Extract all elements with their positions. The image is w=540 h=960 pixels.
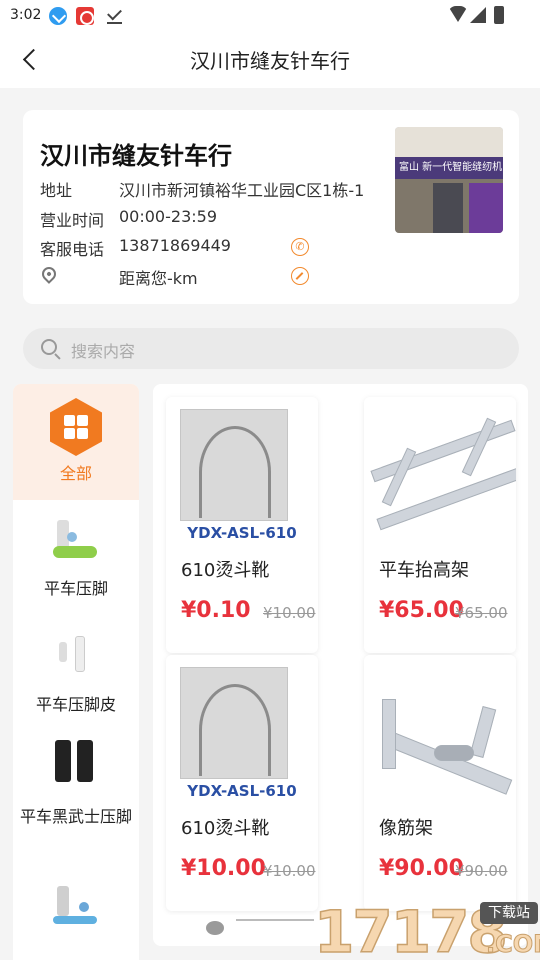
watermark-number: 17178 <box>313 897 508 960</box>
category-label: 平车黑武士压脚 <box>19 807 132 826</box>
product-original-price: ¥10.00 <box>263 862 316 880</box>
address-row: 地址 汉川市新河镇裕华工业园C区1栋-1 <box>40 177 400 200</box>
page-title: 汉川市缝友针车行 <box>190 49 350 73</box>
phone-value: 13871869449 <box>119 236 231 255</box>
category-item-presser-foot[interactable]: 平车压脚 <box>13 512 139 624</box>
phone-label: 客服电话 <box>40 240 105 259</box>
location-pin-icon <box>39 264 59 284</box>
product-original-price: ¥90.00 <box>455 862 508 880</box>
product-price: ¥65.00 <box>379 598 464 623</box>
top-nav-bar: 汉川市缝友针车行 <box>0 32 540 88</box>
download-complete-icon <box>106 7 124 25</box>
watermark-suffix: .COM <box>485 930 540 959</box>
product-image-caption: YDX-ASL-610 <box>187 782 297 800</box>
category-label: 平车压脚 <box>43 579 108 598</box>
product-card[interactable]: 像筋架 ¥90.00 ¥90.00 <box>364 655 516 911</box>
all-categories-icon <box>50 398 102 456</box>
black-warrior-foot-thumbnail <box>49 740 103 794</box>
product-card[interactable]: 平车抬高架 ¥65.00 ¥65.00 <box>364 397 516 653</box>
product-price: ¥90.00 <box>379 856 464 881</box>
product-price: ¥10.00 <box>181 856 266 881</box>
product-price: ¥0.10 <box>181 598 251 623</box>
search-bar[interactable]: 搜索内容 <box>23 328 519 369</box>
shop-info-card: 汉川市缝友针车行 地址 汉川市新河镇裕华工业园C区1栋-1 营业时间 00:00… <box>23 110 519 304</box>
product-image <box>364 397 516 547</box>
distance-value: 距离您-km <box>119 269 198 288</box>
category-item-presser-foot-skin[interactable]: 平车压脚皮 <box>13 628 139 740</box>
call-phone-icon[interactable]: ✆ <box>291 238 309 256</box>
ironing-shoe-board <box>180 409 288 521</box>
product-grid: YDX-ASL-610 610烫斗靴 ¥0.10 ¥10.00 平车抬高架 ¥6… <box>153 384 528 946</box>
hours-value: 00:00-23:59 <box>119 207 217 226</box>
product-card-partial[interactable] <box>166 915 318 946</box>
status-bar: 3:02 <box>0 0 540 32</box>
address-label: 地址 <box>40 181 73 200</box>
app-notification-icon <box>76 7 94 25</box>
product-card[interactable]: YDX-ASL-610 610烫斗靴 ¥10.00 ¥10.00 <box>166 655 318 911</box>
product-card[interactable]: YDX-ASL-610 610烫斗靴 ¥0.10 ¥10.00 <box>166 397 318 653</box>
hours-label: 营业时间 <box>40 211 105 230</box>
signal-icon <box>470 7 486 23</box>
product-original-price: ¥10.00 <box>263 604 316 622</box>
shop-storefront-photo[interactable]: 富山 新一代智能缝纫机 <box>395 127 503 233</box>
download-notification-icon <box>49 7 67 25</box>
search-icon <box>41 339 57 355</box>
category-item-black-warrior-foot[interactable]: 平车黑武士压脚 <box>13 740 139 870</box>
search-input[interactable]: 搜索内容 <box>71 338 135 362</box>
wifi-icon <box>448 6 468 22</box>
product-name: 610烫斗靴 <box>181 818 270 839</box>
product-name: 610烫斗靴 <box>181 560 270 581</box>
address-value: 汉川市新河镇裕华工业园C区1栋-1 <box>119 181 365 200</box>
product-image <box>364 655 516 805</box>
category-sidebar: 全部 平车压脚 平车压脚皮 平车黑武士压脚 <box>13 384 139 960</box>
phone-row: 客服电话 13871869449 <box>40 236 400 259</box>
category-label: 全部 <box>59 464 92 483</box>
hours-row: 营业时间 00:00-23:59 <box>40 207 400 230</box>
storefront-sign-text: 富山 新一代智能缝纫机 <box>395 157 503 179</box>
category-label: 平车压脚皮 <box>35 695 116 714</box>
product-name: 平车抬高架 <box>379 560 469 581</box>
category-item-all[interactable]: 全部 <box>13 384 139 500</box>
category-item-partial[interactable] <box>13 878 139 960</box>
shop-name: 汉川市缝友针车行 <box>40 142 232 170</box>
partial-category-thumbnail <box>49 882 103 936</box>
battery-icon <box>494 6 504 24</box>
site-watermark: 17178 下载站 .COM <box>313 896 540 960</box>
product-name: 像筋架 <box>379 818 433 839</box>
watermark-tag: 下载站 <box>480 902 538 924</box>
product-image-caption: YDX-ASL-610 <box>187 524 297 542</box>
product-original-price: ¥65.00 <box>455 604 508 622</box>
status-time: 3:02 <box>10 7 42 23</box>
presser-foot-thumbnail <box>49 516 103 570</box>
product-image: YDX-ASL-610 <box>166 655 318 805</box>
navigate-icon[interactable] <box>291 267 309 285</box>
distance-row: 距离您-km <box>39 264 400 288</box>
ironing-shoe-board <box>180 667 288 779</box>
product-image: YDX-ASL-610 <box>166 397 318 547</box>
presser-foot-skin-thumbnail <box>49 632 103 686</box>
